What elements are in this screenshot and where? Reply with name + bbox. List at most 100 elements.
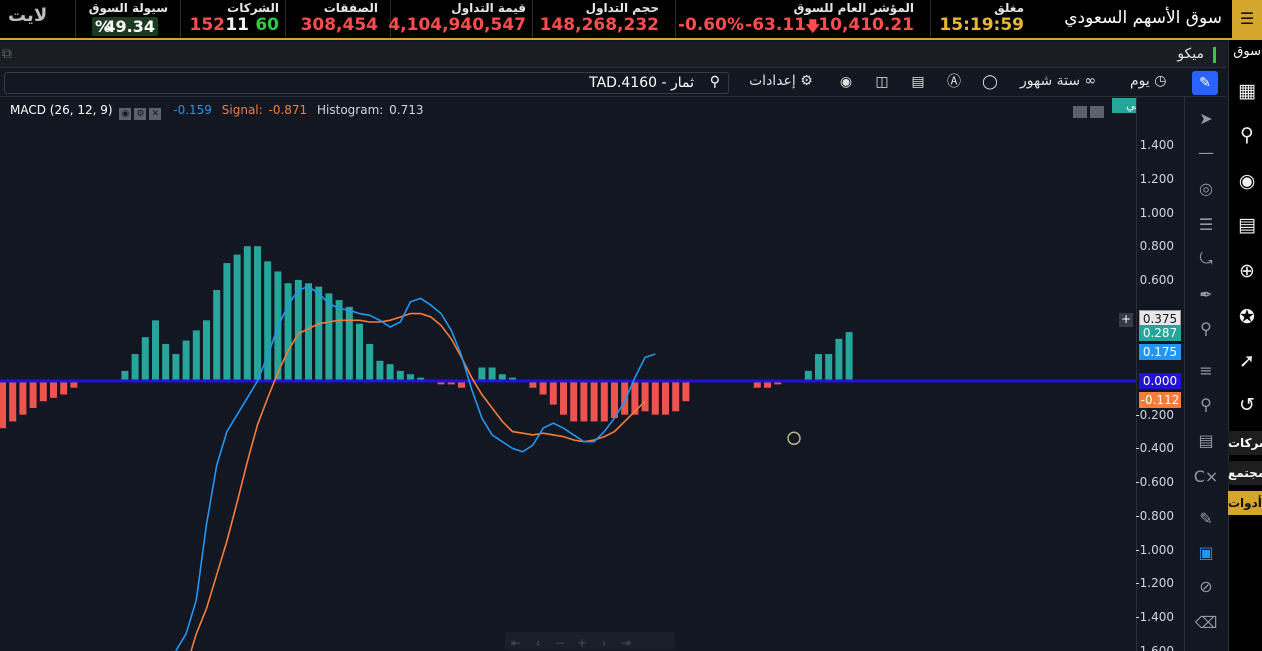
eye-icon[interactable]: ◉ (1232, 166, 1262, 196)
histogram-bar (580, 381, 588, 422)
histogram-bar (254, 246, 261, 381)
histogram-bar (315, 286, 323, 381)
alert-icon[interactable]: Ⓐ (944, 72, 964, 92)
award-icon[interactable]: ✪ (1232, 302, 1262, 332)
histogram-bar (366, 343, 374, 381)
zoom-out-icon[interactable]: − (549, 634, 571, 651)
candles-icon[interactable]: ◫ (872, 72, 892, 92)
minimize-pane-icon[interactable] (1073, 106, 1087, 118)
camera-icon[interactable]: ◉ (836, 72, 856, 92)
range-selector[interactable]: ستة شهور ∞ (1020, 73, 1096, 89)
sidenav-item-tools[interactable]: أدوات (1228, 491, 1262, 515)
histogram-bar (172, 354, 180, 381)
zoom-icon[interactable]: ⚲ (1191, 393, 1221, 417)
axis-value-tag: -0.112 (1139, 391, 1181, 408)
liquidity-badge: % 49.34 (92, 17, 158, 36)
companies-up: 60 (255, 15, 279, 35)
liquidity-label: سيولة السوق (88, 1, 168, 15)
sidenav-item-companies[interactable]: شركات (1228, 431, 1262, 455)
watchlist-icon[interactable]: ▦ (1232, 76, 1262, 106)
down-arrow-icon: 🡇 (805, 19, 820, 35)
index-value: 10,410.21 (818, 15, 914, 35)
histogram-bar (60, 381, 68, 395)
settings-button[interactable]: إعدادات ⚙ (749, 73, 813, 89)
macd-chart[interactable] (0, 97, 1136, 651)
histogram-bar (131, 354, 139, 381)
cursor-icon[interactable]: ➤ (1191, 107, 1221, 131)
lock-icon[interactable]: ▣ (1191, 541, 1221, 565)
sidenav-title[interactable]: سوق (1228, 44, 1262, 68)
deals-block: الصفقات 308,454 (285, 0, 390, 38)
indicator-name: MACD (26, 12, 9) (10, 103, 113, 117)
histogram-bar (213, 290, 221, 381)
comment-tool-icon[interactable]: ⚲ (1191, 317, 1221, 341)
liquidity-value: 49.34 (104, 17, 155, 36)
hide-icon[interactable]: ⊘ (1191, 575, 1221, 599)
histogram-bar (182, 340, 190, 381)
axis-tick-label: 0.800 (1139, 239, 1174, 254)
last-icon[interactable]: ⇥ (615, 634, 637, 651)
magnet-icon[interactable]: C× (1191, 465, 1221, 489)
close-icon[interactable]: ✕ (149, 108, 162, 120)
price-axis[interactable]: 1.400 1.200 1.000 0.800 0.600 -0.200 -0.400 -0.… (1135, 97, 1184, 651)
measure-icon[interactable]: ▤ (1191, 429, 1221, 453)
volume-label: حجم التداول (585, 1, 659, 15)
lite-mode-button[interactable]: لايت (8, 5, 47, 26)
histogram-bar (233, 254, 241, 381)
eye-icon[interactable]: ◉ (119, 108, 132, 120)
sidenav-item-community[interactable]: مجتمع (1228, 461, 1262, 485)
circle-tool-icon[interactable]: ◎ (1191, 177, 1221, 201)
search-doc-icon[interactable]: ⚲ (1232, 120, 1262, 150)
compare-icon[interactable]: ◯ (980, 72, 1000, 92)
histogram-bar (560, 381, 567, 415)
search-icon[interactable]: ⚲ (710, 74, 720, 90)
macd-plot-area[interactable] (0, 97, 1136, 651)
side-navigation: سوق ▦ ⚲ ◉ ▤ ⊕ ✪ ➚ ↺ شركات مجتمع أدوات (1228, 40, 1262, 651)
deals-value: 308,454 (300, 15, 378, 35)
axis-tick-label: 1.400 (1139, 138, 1174, 153)
app-window: ☰ سوق الأسهم السعودي مغلق 15:19:59 المؤش… (0, 0, 1262, 651)
histogram-bar (162, 343, 170, 381)
add-icon[interactable]: + (1119, 313, 1133, 327)
bar-chart-icon[interactable]: ▤ (908, 72, 928, 92)
maximize-pane-icon[interactable] (1090, 106, 1104, 118)
histogram-bar (549, 381, 557, 405)
axis-tick-label: -1.400 (1135, 609, 1174, 624)
line-tool-icon[interactable]: — (1191, 141, 1221, 165)
eraser-icon[interactable]: ✎ (1191, 507, 1221, 531)
brush-tool-icon[interactable]: ✒ (1191, 283, 1221, 307)
settings-label: إعدادات (749, 73, 796, 89)
target-icon[interactable]: ⊕ (1232, 256, 1262, 286)
indicators-icon[interactable]: ≡ (1191, 359, 1221, 383)
pattern-tool-icon[interactable]: ⤿ (1191, 247, 1221, 271)
symbol-search-field[interactable]: TAD.4160 - ثمار ⚲ (4, 72, 729, 94)
trash-icon[interactable]: ⌫ (1191, 611, 1221, 635)
companies-unchanged: 11 (225, 15, 249, 35)
market-ticker-bar: ☰ سوق الأسهم السعودي مغلق 15:19:59 المؤش… (0, 0, 1262, 40)
pencil-icon[interactable]: ✎ (1192, 71, 1218, 95)
interval-selector[interactable]: يوم ◷ (1130, 73, 1166, 89)
histogram-bar (682, 381, 690, 402)
market-title[interactable]: سوق الأسهم السعودي (1064, 8, 1222, 28)
first-icon[interactable]: ⇤ (505, 634, 527, 651)
news-icon[interactable]: ▤ (1232, 210, 1262, 240)
histogram-bar (804, 370, 812, 381)
trend-up-icon[interactable]: ➚ (1232, 346, 1262, 376)
histogram-bar (845, 332, 853, 381)
signal-label: Signal: (221, 103, 263, 117)
interval-label: يوم (1130, 73, 1150, 89)
crossover-marker (787, 431, 801, 446)
axis-tick-label: -1.200 (1135, 576, 1174, 591)
companies-down: 152 (189, 15, 226, 35)
dock-window-icon[interactable]: ⧉ (2, 46, 18, 62)
fib-tool-icon[interactable]: ☰ (1191, 213, 1221, 237)
menu-icon[interactable]: ☰ (1232, 0, 1262, 38)
forward-icon[interactable]: › (593, 634, 615, 651)
histogram-bar (570, 381, 578, 422)
market-status: مغلق 15:19:59 (930, 0, 1030, 38)
gear-icon[interactable]: ⚙ (134, 108, 147, 120)
zoom-in-icon[interactable]: + (571, 634, 593, 651)
back-icon[interactable]: ‹ (527, 634, 549, 651)
chart-toolbar: TAD.4160 - ثمار ⚲ إعدادات ⚙ ◉ ◫ ▤ Ⓐ ◯ ست… (0, 69, 1226, 97)
history-icon[interactable]: ↺ (1232, 390, 1262, 420)
